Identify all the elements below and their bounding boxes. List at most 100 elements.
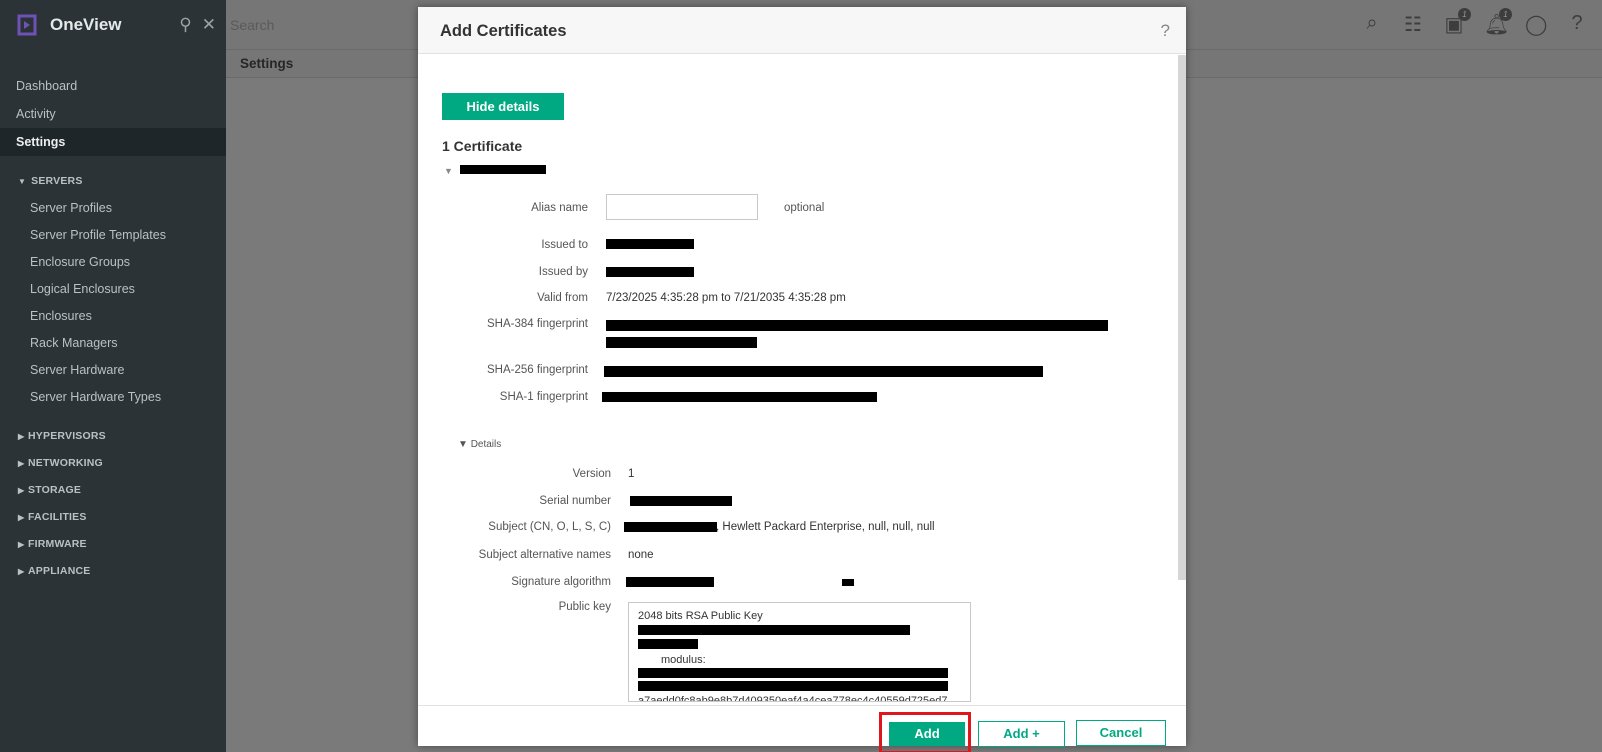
certificate-expand-caret-icon[interactable]: ▼ [444,166,453,176]
sha256-label: SHA-256 fingerprint [487,364,588,376]
alias-label: Alias name [531,202,588,214]
notifications-badge: 1 [1499,8,1512,21]
sha384-label: SHA-384 fingerprint [487,318,588,330]
section-label: NETWORKING [28,457,103,469]
sidebar-section-hypervisors[interactable]: ▶ HYPERVISORS [0,423,226,450]
sidebar-section-facilities[interactable]: ▶ FACILITIES [0,504,226,531]
sidebar-section-appliance[interactable]: ▶ APPLIANCE [0,558,226,585]
activity-badge: 1 [1458,8,1471,21]
subject-alt-names-value: none [628,549,654,561]
search-input[interactable]: Search [230,17,274,33]
public-key-tail: a7aedd0fc8ab9e8b7d409350eaf4a4cea778ec4c… [638,695,948,702]
caret-right-icon: ▶ [18,486,25,495]
cancel-button[interactable]: Cancel [1076,720,1166,746]
user-icon[interactable]: ◯ [1525,12,1547,37]
dialog-body: Hide details 1 Certificate ▼ Alias name … [418,55,1186,705]
sidebar-item-settings[interactable]: Settings [0,128,226,156]
serial-number-label: Serial number [539,495,611,507]
valid-from-label: Valid from [537,292,588,304]
version-value: 1 [628,468,635,480]
sidebar-item-server-hardware[interactable]: Server Hardware [0,357,226,384]
caret-right-icon: ▶ [18,459,25,468]
caret-right-icon: ▶ [18,540,25,549]
redacted-sha384-line2 [606,337,757,348]
close-icon[interactable]: ✕ [202,15,216,35]
sidebar-top-nav: Dashboard Activity Settings [0,72,226,156]
public-key-modulus: modulus: [661,654,706,666]
redacted-signature-algorithm-tail [842,579,854,586]
help-icon[interactable]: ? [1566,12,1588,37]
sidebar-item-enclosures[interactable]: Enclosures [0,303,226,330]
caret-right-icon: ▶ [18,567,25,576]
signature-algorithm-label: Signature algorithm [511,576,611,588]
sidebar-section-servers-header[interactable]: ▼ SERVERS [0,168,226,195]
subject-label: Subject (CN, O, L, S, C) [488,521,611,533]
dialog-footer: Add Add + Cancel [418,705,1186,752]
public-key-textarea[interactable]: 2048 bits RSA Public Key modulus: a7aedd… [628,602,971,702]
section-label: FACILITIES [28,511,87,523]
sidebar-item-logical-enclosures[interactable]: Logical Enclosures [0,276,226,303]
bell-icon[interactable]: 🔔︎ 1 [1484,8,1512,37]
app-name: OneView [50,15,122,34]
caret-down-icon: ▼ [458,439,468,450]
sidebar-item-server-hardware-types[interactable]: Server Hardware Types [0,384,226,411]
section-label: HYPERVISORS [28,430,106,442]
redacted-sha384-line1 [606,320,1108,331]
redacted-issued-by [606,267,694,277]
help-icon[interactable]: ? [1161,21,1170,41]
version-label: Version [572,468,611,480]
section-label: FIRMWARE [28,538,87,550]
redacted-public-key-line [638,668,948,678]
subject-value: , Hewlett Packard Enterprise, null, null… [716,521,935,533]
sidebar-section-networking[interactable]: ▶ NETWORKING [0,450,226,477]
certificate-count: 1 Certificate [442,138,523,154]
top-icon-group: ⌕ ☷ ▣ 1 🔔︎ 1 ◯ ? [1361,8,1588,37]
pin-icon[interactable]: ⚲ [179,15,191,35]
redacted-sha256 [604,366,1043,377]
checklist-icon[interactable]: ☷ [1402,12,1424,37]
sidebar-section-firmware[interactable]: ▶ FIRMWARE [0,531,226,558]
details-toggle[interactable]: ▼ Details [458,439,501,450]
redacted-public-key-line [638,639,698,649]
sidebar-item-enclosure-groups[interactable]: Enclosure Groups [0,249,226,276]
valid-from-value: 7/23/2025 4:35:28 pm to 7/21/2035 4:35:2… [606,292,846,304]
caret-down-icon: ▼ [18,177,27,186]
redacted-subject-cn [624,522,717,532]
issued-by-label: Issued by [538,266,588,278]
sidebar: OneView ⚲ ✕ Dashboard Activity Settings … [0,0,226,752]
sidebar-item-server-profiles[interactable]: Server Profiles [0,195,226,222]
subject-alt-names-label: Subject alternative names [478,549,611,561]
sidebar-item-server-profile-templates[interactable]: Server Profile Templates [0,222,226,249]
sidebar-item-activity[interactable]: Activity [0,100,226,128]
redacted-signature-algorithm [626,577,714,587]
sidebar-section-servers: ▼ SERVERS Server Profiles Server Profile… [0,168,226,411]
public-key-label: Public key [558,601,611,613]
dialog-title: Add Certificates [440,22,567,40]
redacted-public-key-line [638,681,948,691]
sidebar-item-dashboard[interactable]: Dashboard [0,72,226,100]
search-icon[interactable]: ⌕ [1361,12,1383,37]
dialog-scrollbar[interactable] [1178,55,1186,580]
add-plus-button[interactable]: Add + [978,721,1065,747]
dialog-header: Add Certificates ? [418,7,1186,54]
sidebar-section-storage[interactable]: ▶ STORAGE [0,477,226,504]
caret-right-icon: ▶ [18,513,25,522]
sidebar-collapsed-sections: ▶ HYPERVISORS ▶ NETWORKING ▶ STORAGE ▶ FACIL… [0,423,226,585]
section-label: STORAGE [28,484,82,496]
brand: OneView ⚲ ✕ [0,0,226,50]
sidebar-item-rack-managers[interactable]: Rack Managers [0,330,226,357]
sha1-label: SHA-1 fingerprint [499,391,588,403]
redacted-certificate-name [460,165,546,174]
public-key-line1: 2048 bits RSA Public Key [638,610,763,622]
add-button[interactable]: Add [889,722,965,746]
issued-to-label: Issued to [541,239,588,251]
redacted-sha1 [602,392,877,402]
section-label: APPLIANCE [28,565,91,577]
alias-name-input[interactable] [606,194,758,220]
redacted-serial-number [630,496,732,506]
activity-icon[interactable]: ▣ 1 [1443,8,1471,37]
oneview-logo-icon [17,14,37,36]
alias-optional-hint: optional [784,202,825,214]
hide-details-button[interactable]: Hide details [442,93,564,120]
add-certificates-dialog: Add Certificates ? Hide details 1 Certif… [418,7,1186,752]
